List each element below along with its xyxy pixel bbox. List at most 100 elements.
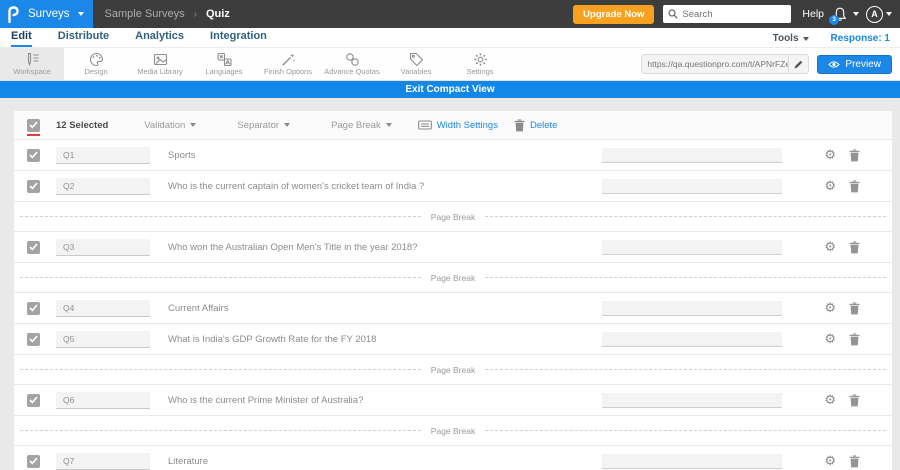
product-menu[interactable]: Surveys [0, 0, 93, 28]
page-break-label: Page Break [430, 364, 476, 375]
question-text[interactable]: What is India's GDP Growth Rate for the … [168, 334, 376, 345]
question-delete-trash-icon[interactable] [849, 240, 860, 254]
question-settings-gear-icon[interactable]: ⚙ [824, 394, 836, 407]
question-row: Who is the current Prime Minister of Aus… [14, 385, 892, 415]
width-settings-button[interactable]: Width Settings [417, 119, 498, 131]
question-code-input[interactable] [56, 452, 150, 470]
toolbar-item-label: Workspace [13, 67, 51, 76]
response-count-link[interactable]: Response: 1 [831, 33, 890, 44]
row-checkbox[interactable] [27, 301, 40, 315]
toolbar-item-advance-quotas[interactable]: Advance Quotas [320, 48, 384, 80]
row-checkbox[interactable] [27, 148, 40, 162]
question-settings-gear-icon[interactable]: ⚙ [824, 333, 836, 346]
help-link[interactable]: Help [802, 8, 824, 20]
question-text[interactable]: Literature [168, 456, 208, 467]
question-code-input[interactable] [56, 391, 150, 409]
toolbar-item-settings[interactable]: Settings [448, 48, 512, 80]
answer-input[interactable] [602, 147, 783, 163]
question-delete-trash-icon[interactable] [849, 148, 860, 162]
row-checkbox[interactable] [27, 393, 40, 407]
avatar[interactable]: A [866, 5, 883, 23]
toolbar-item-label: Finish Options [264, 67, 312, 76]
tab-edit[interactable]: Edit [11, 30, 32, 47]
chevron-down-icon [190, 123, 197, 127]
tab-analytics[interactable]: Analytics [135, 30, 184, 47]
settings-icon [473, 52, 488, 66]
row-checkbox[interactable] [27, 240, 40, 254]
search-icon [668, 9, 679, 19]
answer-input[interactable] [602, 239, 783, 255]
toolbar-item-media-library[interactable]: Media Library [128, 48, 192, 80]
upgrade-now-button[interactable]: Upgrade Now [573, 4, 655, 24]
survey-url-box: https://qa.questionpro.com/t/APNrFZeY [641, 54, 810, 74]
answer-input[interactable] [602, 453, 783, 469]
answer-input[interactable] [602, 392, 783, 408]
survey-url-value: https://qa.questionpro.com/t/APNrFZeY [647, 59, 789, 69]
bulk-delete-button[interactable]: Delete [514, 118, 558, 132]
question-row: Sports ⚙ [14, 140, 892, 170]
question-code-input[interactable] [56, 238, 150, 256]
row-checkbox[interactable] [27, 332, 40, 346]
question-row: Who is the current captain of women's cr… [14, 171, 892, 201]
question-settings-gear-icon[interactable]: ⚙ [824, 180, 836, 193]
edit-url-pencil-icon[interactable] [788, 55, 808, 73]
eye-icon [828, 60, 841, 69]
question-delete-trash-icon[interactable] [849, 301, 860, 315]
question-settings-gear-icon[interactable]: ⚙ [824, 302, 836, 315]
question-code-input[interactable] [56, 177, 150, 195]
search-box[interactable] [663, 5, 792, 23]
question-list: 12 Selected Validation Separator Page Br… [0, 98, 900, 470]
question-delete-trash-icon[interactable] [849, 393, 860, 407]
row-checkbox[interactable] [27, 454, 40, 468]
row-checkbox[interactable] [27, 179, 40, 193]
breadcrumb-parent[interactable]: Sample Surveys [105, 8, 185, 20]
answer-input[interactable] [602, 300, 783, 316]
toolbar-item-workspace[interactable]: Workspace [0, 48, 64, 80]
rows-container: Sports ⚙ Who is the current captain of w… [14, 140, 892, 470]
page-break-line [20, 430, 421, 431]
question-code-input[interactable] [56, 299, 150, 317]
preview-button[interactable]: Preview [817, 54, 892, 74]
question-settings-gear-icon[interactable]: ⚙ [824, 241, 836, 254]
question-text[interactable]: Who is the current captain of women's cr… [168, 181, 424, 192]
question-text[interactable]: Who won the Australian Open Men's Title … [168, 242, 418, 253]
search-input[interactable] [682, 8, 787, 20]
toolbar-item-finish-options[interactable]: Finish Options [256, 48, 320, 80]
question-row: What is India's GDP Growth Rate for the … [14, 324, 892, 354]
question-code-input[interactable] [56, 330, 150, 348]
toolbar-item-label: Variables [400, 67, 432, 76]
question-code-input[interactable] [56, 146, 150, 164]
question-text[interactable]: Who is the current Prime Minister of Aus… [168, 395, 363, 406]
tab-distribute[interactable]: Distribute [58, 30, 109, 47]
answer-input[interactable] [602, 178, 783, 194]
question-delete-trash-icon[interactable] [849, 454, 860, 468]
nav-tabs: Edit Distribute Analytics Integration [11, 30, 267, 47]
tab-integration[interactable]: Integration [210, 30, 267, 47]
notifications-chevron-icon[interactable] [853, 12, 859, 16]
exit-compact-view-bar[interactable]: Exit Compact View [0, 81, 900, 98]
question-settings-gear-icon[interactable]: ⚙ [824, 455, 836, 468]
validation-dropdown[interactable]: Validation [144, 120, 197, 131]
delete-label: Delete [529, 119, 558, 131]
question-delete-trash-icon[interactable] [849, 179, 860, 193]
page-break-dropdown[interactable]: Page Break [331, 120, 392, 131]
page-break-row: Page Break [14, 355, 892, 384]
product-menu-label: Surveys [28, 8, 70, 20]
separator-dropdown[interactable]: Separator [237, 120, 291, 131]
toolbar-item-variables[interactable]: Variables [384, 48, 448, 80]
select-all-checkbox[interactable] [27, 118, 40, 132]
question-settings-gear-icon[interactable]: ⚙ [824, 149, 836, 162]
answer-input[interactable] [602, 331, 783, 347]
notification-count-badge: 3 [829, 14, 839, 25]
toolbar-item-design[interactable]: Design [64, 48, 128, 80]
finish-options-icon [281, 52, 296, 66]
question-text[interactable]: Current Affairs [168, 303, 229, 314]
toolbar-item-languages[interactable]: Languages [192, 48, 256, 80]
question-text[interactable]: Sports [168, 150, 195, 161]
width-settings-label: Width Settings [436, 119, 498, 131]
notifications-bell-icon[interactable]: 3 [829, 7, 847, 25]
question-row: Who won the Australian Open Men's Title … [14, 232, 892, 262]
account-chevron-icon[interactable] [886, 12, 892, 16]
question-delete-trash-icon[interactable] [849, 332, 860, 346]
tools-menu[interactable]: Tools [773, 33, 809, 44]
